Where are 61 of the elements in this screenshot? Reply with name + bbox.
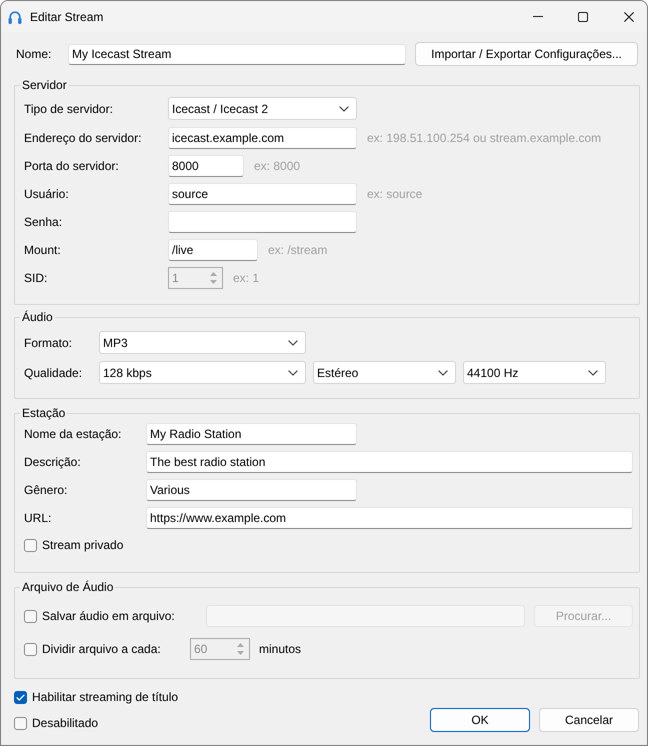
checkbox-label[interactable]: Dividir arquivo a cada: bbox=[42, 642, 161, 656]
checkmark-icon bbox=[16, 694, 25, 700]
field-label: Porta do servidor: bbox=[24, 159, 120, 173]
hint-text: ex: 1 bbox=[233, 271, 260, 285]
server-port-field[interactable]: 8000 bbox=[168, 155, 244, 177]
checkbox-label[interactable]: Salvar áudio em arquivo: bbox=[42, 609, 175, 623]
hint-text: ex: /stream bbox=[268, 243, 328, 257]
group-title: Estação bbox=[21, 406, 66, 420]
save-to-file-checkbox[interactable] bbox=[24, 610, 37, 622]
maximize-icon[interactable] bbox=[578, 12, 588, 22]
import-export-button[interactable]: Importar / Exportar Configurações... bbox=[415, 42, 638, 66]
chevron-down-icon[interactable] bbox=[339, 106, 349, 112]
sample-rate-dropdown[interactable]: 44100 Hz bbox=[463, 361, 606, 384]
headphones-icon bbox=[8, 8, 22, 24]
hint-text: ex: source bbox=[367, 187, 422, 201]
url-field[interactable]: https://www.example.com bbox=[146, 507, 633, 529]
checkbox-label[interactable]: Habilitar streaming de título bbox=[32, 690, 178, 704]
hint-text: ex: 198.51.100.254 ou stream.example.com bbox=[367, 131, 602, 145]
field-label: Descrição: bbox=[24, 455, 82, 469]
checkbox-label[interactable]: Stream privado bbox=[42, 538, 124, 552]
username-field[interactable]: source bbox=[168, 183, 357, 205]
field-label: Usuário: bbox=[24, 187, 70, 201]
window-title: Editar Stream bbox=[30, 10, 104, 24]
field-label: Nome: bbox=[16, 47, 52, 61]
close-icon[interactable] bbox=[624, 12, 634, 22]
checkbox-label[interactable]: Desabilitado bbox=[32, 716, 98, 730]
field-label: Mount: bbox=[24, 243, 62, 257]
group-title: Áudio bbox=[21, 310, 54, 324]
title-streaming-checkbox[interactable] bbox=[14, 690, 27, 704]
field-label: URL: bbox=[24, 511, 52, 525]
genre-field[interactable]: Various bbox=[146, 479, 357, 501]
description-field[interactable]: The best radio station bbox=[146, 451, 633, 473]
server-address-field[interactable]: icecast.example.com bbox=[168, 127, 357, 149]
field-label: Formato: bbox=[24, 336, 74, 350]
field-label: Tipo de servidor: bbox=[24, 102, 114, 116]
field-label: SID: bbox=[24, 271, 48, 285]
group-title: Arquivo de Áudio bbox=[21, 580, 114, 594]
channels-dropdown[interactable]: Estéreo bbox=[313, 361, 456, 384]
ok-button[interactable]: OK bbox=[430, 708, 530, 732]
chevron-down-icon[interactable] bbox=[288, 370, 298, 376]
format-dropdown[interactable]: MP3 bbox=[99, 331, 306, 354]
stream-name-field[interactable]: My Icecast Stream bbox=[68, 44, 406, 64]
field-label: Nome da estação: bbox=[24, 427, 122, 441]
mount-field[interactable]: /live bbox=[168, 239, 258, 261]
split-file-checkbox[interactable] bbox=[24, 642, 37, 656]
group-title: Servidor bbox=[21, 78, 68, 92]
station-name-field[interactable]: My Radio Station bbox=[146, 423, 357, 445]
cancel-button[interactable]: Cancelar bbox=[539, 708, 639, 732]
chevron-down-icon[interactable] bbox=[588, 370, 598, 376]
field-label: Senha: bbox=[24, 215, 64, 229]
private-stream-checkbox[interactable] bbox=[24, 538, 37, 552]
hint-text: ex: 8000 bbox=[254, 159, 300, 173]
password-field[interactable] bbox=[168, 211, 357, 233]
chevron-down-icon[interactable] bbox=[288, 340, 298, 346]
field-label: Gênero: bbox=[24, 483, 68, 497]
field-label: Endereço do servidor: bbox=[24, 131, 142, 145]
server-type-dropdown[interactable]: Icecast / Icecast 2 bbox=[168, 97, 357, 120]
bitrate-dropdown[interactable]: 128 kbps bbox=[99, 361, 306, 384]
unit-label: minutos bbox=[259, 642, 302, 656]
chevron-down-icon[interactable] bbox=[438, 370, 448, 376]
field-label: Qualidade: bbox=[24, 366, 84, 380]
